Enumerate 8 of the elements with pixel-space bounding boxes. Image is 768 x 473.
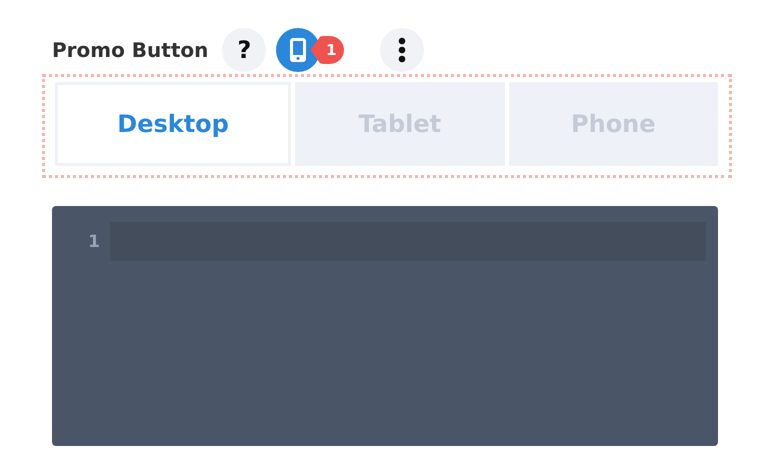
phone-icon xyxy=(289,37,308,63)
help-button[interactable]: ? xyxy=(222,28,266,72)
more-icon xyxy=(398,37,406,63)
code-editor[interactable]: 1 xyxy=(52,206,718,446)
device-tab[interactable]: Desktop xyxy=(55,82,292,166)
more-options-button[interactable] xyxy=(380,28,424,72)
line-number: 1 xyxy=(87,232,101,252)
module-title: Promo Button xyxy=(52,38,208,62)
